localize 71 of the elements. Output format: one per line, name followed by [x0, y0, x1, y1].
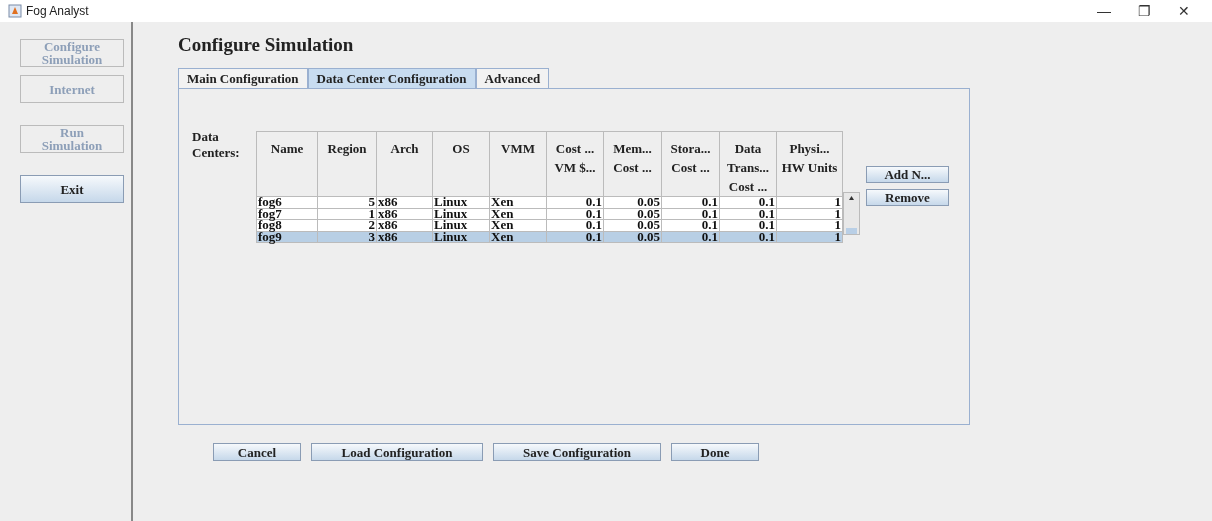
column-header[interactable]: Mem... Cost ... — [603, 131, 662, 197]
page-heading: Configure Simulation — [178, 33, 355, 57]
dialog-button[interactable]: Cancel — [213, 443, 301, 461]
table-cell: x86 — [376, 196, 433, 208]
table-cell: 0.1 — [661, 196, 720, 208]
table-cell: 0.1 — [719, 231, 777, 243]
table-action-button[interactable]: Remove — [866, 189, 949, 206]
table-cell: Linux — [432, 196, 490, 208]
table-cell: Linux — [432, 231, 490, 243]
column-header[interactable]: Name — [256, 131, 318, 197]
tab[interactable]: Data Center Configuration — [307, 68, 476, 88]
column-header[interactable]: Cost ... VM $... — [546, 131, 604, 197]
table-cell: 0.05 — [603, 196, 662, 208]
table-cell: 3 — [317, 231, 377, 243]
table-cell: fog6 — [256, 196, 318, 208]
table-cell: 5 — [317, 196, 377, 208]
table-cell: 0.1 — [546, 208, 604, 220]
table-cell: 0.05 — [603, 208, 662, 220]
restore-button[interactable]: ❐ — [1124, 0, 1164, 22]
column-header[interactable]: Arch — [376, 131, 433, 197]
table-cell: 0.1 — [546, 196, 604, 208]
table-cell: fog7 — [256, 208, 318, 220]
table-cell: 0.1 — [546, 219, 604, 231]
table-cell: fog8 — [256, 219, 318, 231]
table-cell: x86 — [376, 231, 433, 243]
column-header[interactable]: OS — [432, 131, 490, 197]
table-row[interactable]: fog9 3 x86 Linux Xen 0.1 0.05 0.1 0.1 1 — [256, 231, 843, 243]
table-cell: 0.05 — [603, 231, 662, 243]
column-header[interactable]: Physi... HW Units — [776, 131, 843, 197]
table-cell: Linux — [432, 219, 490, 231]
table-cell: x86 — [376, 208, 433, 220]
column-header[interactable]: Region — [317, 131, 377, 197]
table-cell: Xen — [489, 196, 547, 208]
table-cell: 1 — [776, 208, 843, 220]
scrollbar[interactable] — [843, 192, 860, 235]
dialog-button[interactable]: Done — [671, 443, 759, 461]
scroll-thumb[interactable] — [846, 228, 857, 234]
dialog-button[interactable]: Load Configuration — [311, 443, 483, 461]
app-icon — [8, 4, 22, 18]
minimize-button[interactable]: — — [1084, 0, 1124, 22]
table-cell: Xen — [489, 219, 547, 231]
table-cell: fog9 — [256, 231, 318, 243]
column-header[interactable]: VMM — [489, 131, 547, 197]
table-cell: Xen — [489, 231, 547, 243]
table-action-button[interactable]: Add N... — [866, 166, 949, 183]
data-centers-label: Data Centers: — [192, 129, 241, 162]
table-row[interactable]: fog7 1 x86 Linux Xen 0.1 0.05 0.1 0.1 1 — [256, 208, 843, 220]
table-cell: x86 — [376, 219, 433, 231]
table-cell: 2 — [317, 219, 377, 231]
tab[interactable]: Advanced — [475, 68, 550, 88]
table-cell: 0.1 — [719, 208, 777, 220]
table-cell: 1 — [317, 208, 377, 220]
table-cell: 1 — [776, 196, 843, 208]
table-cell: 1 — [776, 219, 843, 231]
table-cell: 0.1 — [546, 231, 604, 243]
table-cell: Xen — [489, 208, 547, 220]
table-cell: 0.05 — [603, 219, 662, 231]
sidebar-button[interactable]: Exit — [20, 175, 124, 203]
table-cell: 0.1 — [719, 219, 777, 231]
table-cell: 0.1 — [661, 231, 720, 243]
table-cell: 0.1 — [661, 208, 720, 220]
dialog-button[interactable]: Save Configuration — [493, 443, 661, 461]
close-button[interactable]: ✕ — [1164, 0, 1204, 22]
column-header[interactable]: Stora... Cost ... — [661, 131, 720, 197]
tab[interactable]: Main Configuration — [178, 68, 308, 88]
column-header[interactable]: Data Trans... Cost ... — [719, 131, 777, 197]
table-cell: 1 — [776, 231, 843, 243]
table-cell: 0.1 — [661, 219, 720, 231]
table-cell: Linux — [432, 208, 490, 220]
window-title: Fog Analyst — [26, 3, 89, 20]
table-cell: 0.1 — [719, 196, 777, 208]
